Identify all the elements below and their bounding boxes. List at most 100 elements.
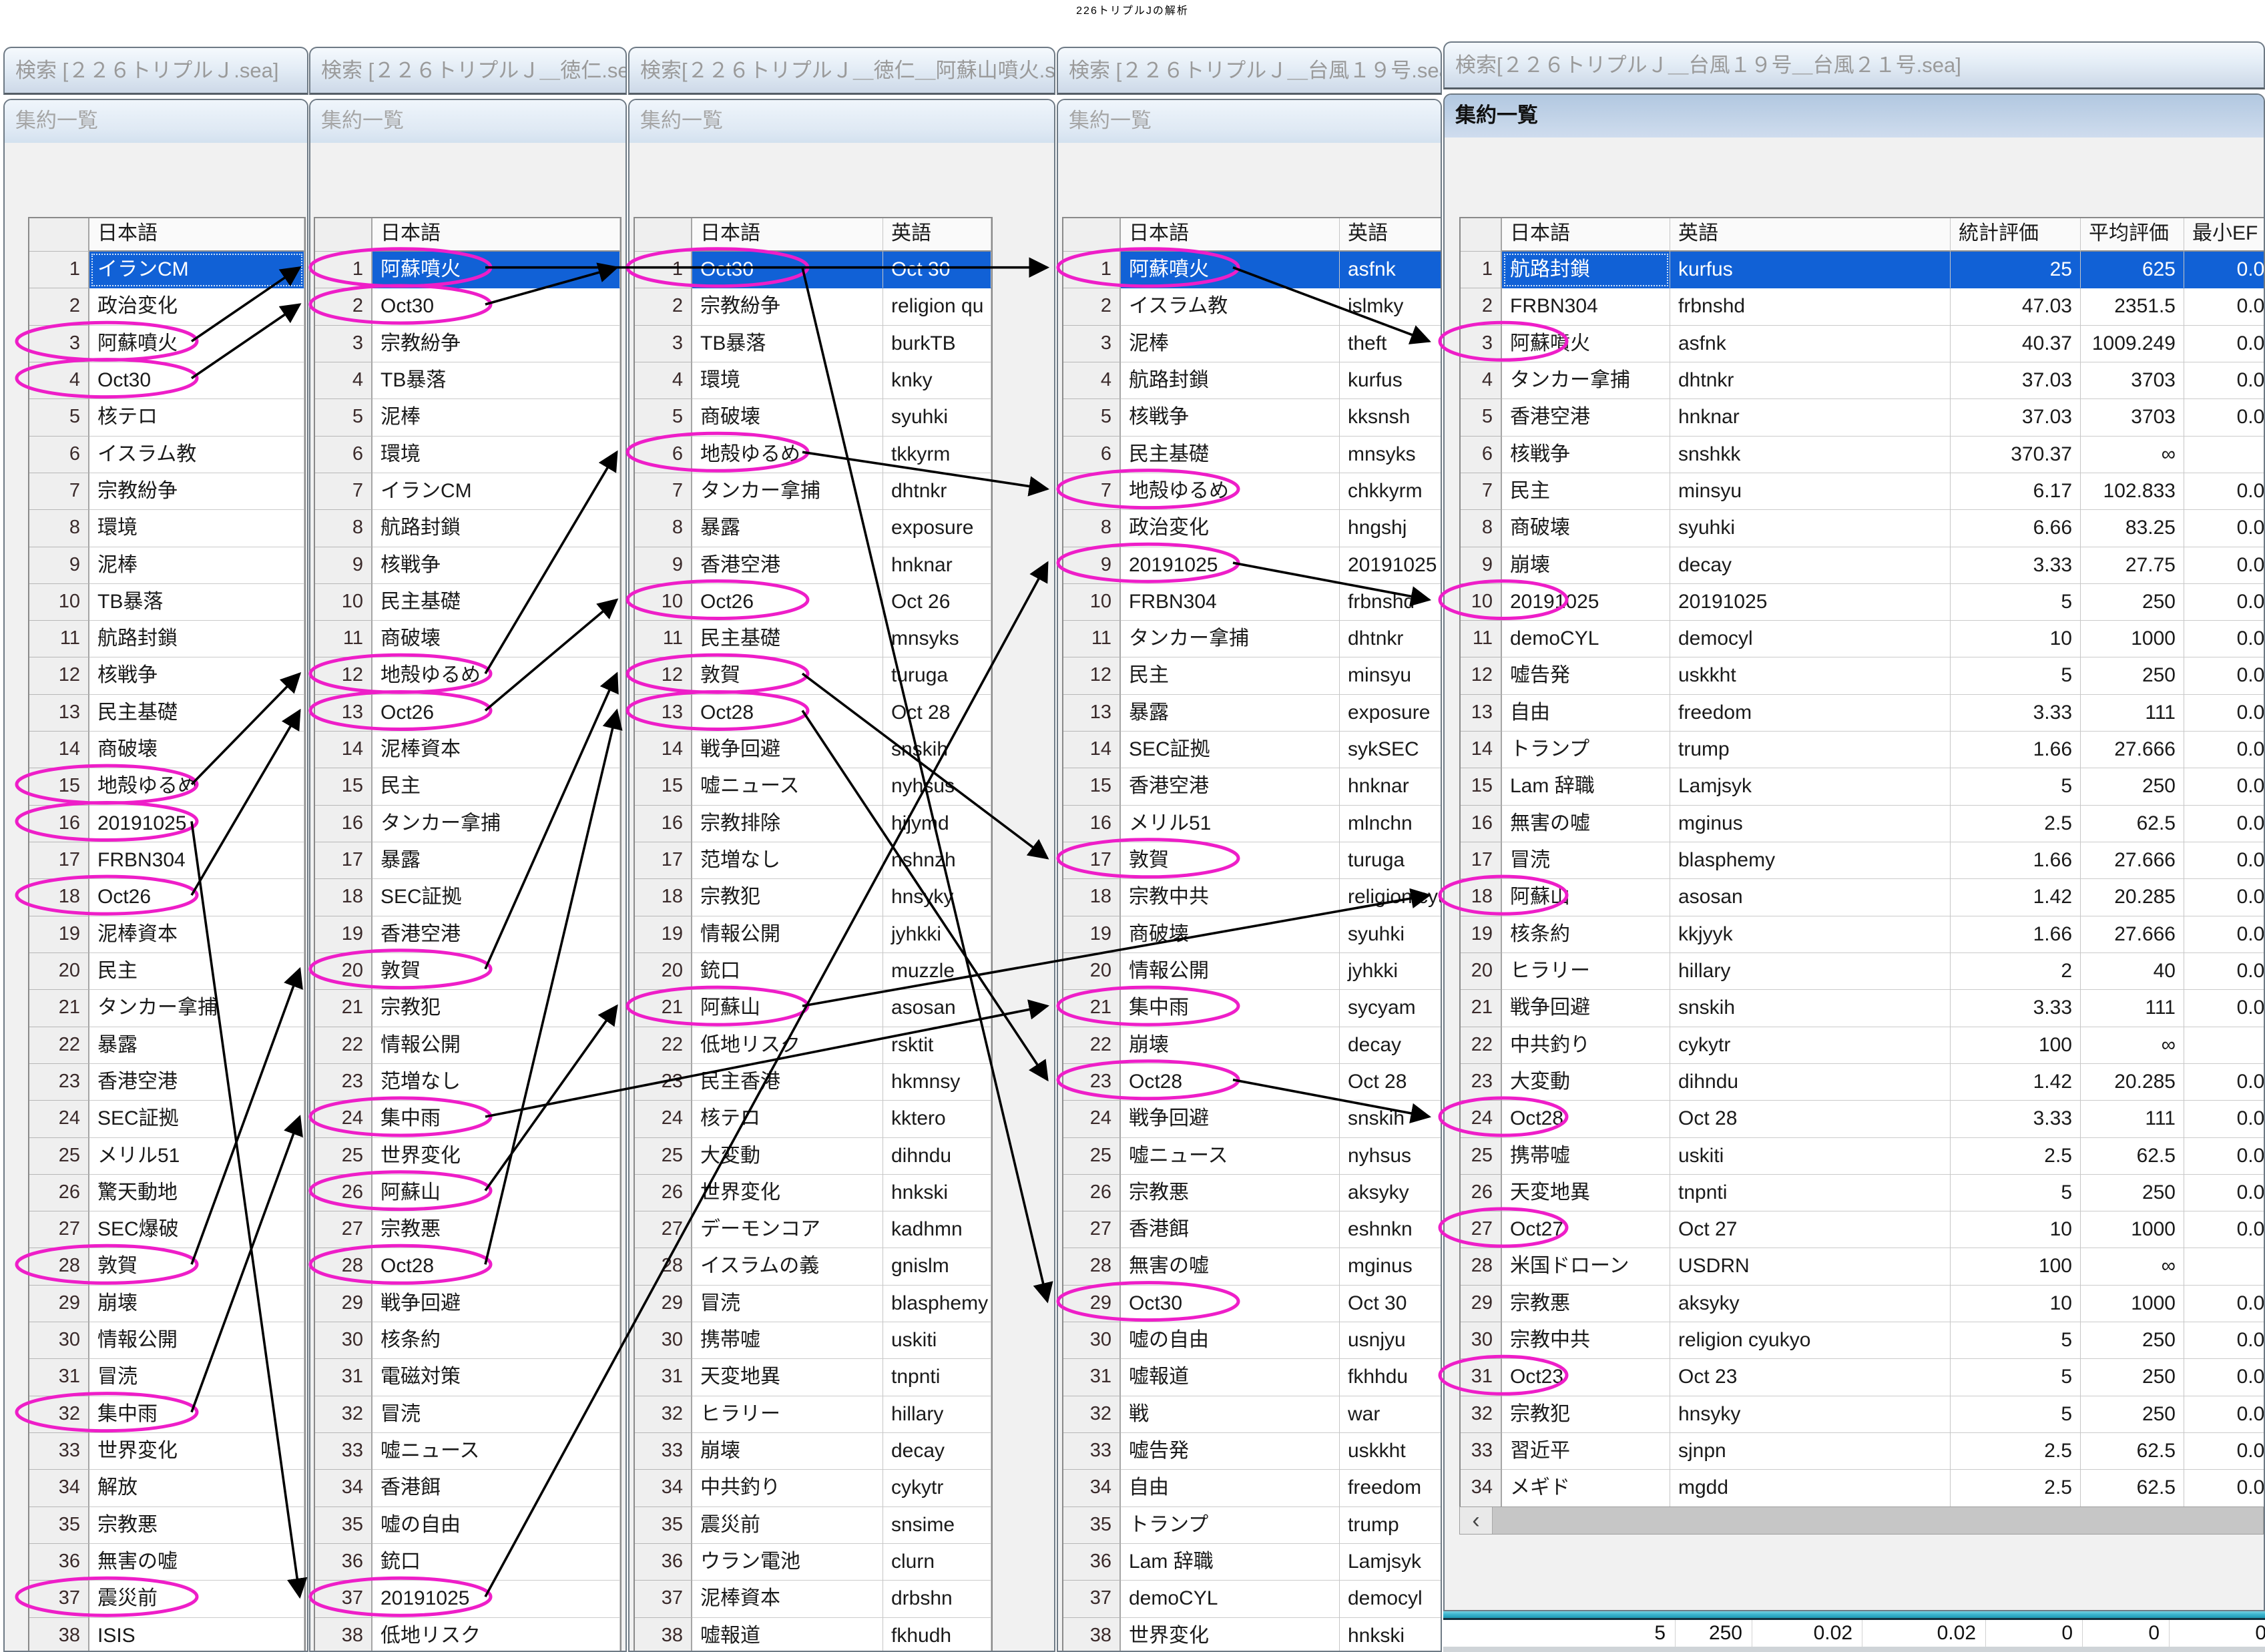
cell-japanese[interactable]: 大変動 bbox=[692, 1138, 883, 1175]
cell-avg-eval[interactable]: ∞ bbox=[2081, 1027, 2184, 1064]
row-number[interactable]: 17 bbox=[29, 842, 89, 879]
row-number[interactable]: 34 bbox=[315, 1470, 372, 1506]
table-row[interactable]: 2FRBN304frbnshd47.032351.50.01 bbox=[1461, 288, 2265, 325]
cell-avg-eval[interactable]: 111 bbox=[2081, 1101, 2184, 1137]
cell-japanese[interactable]: Oct28 bbox=[1121, 1064, 1340, 1101]
cell-japanese[interactable]: 敦賀 bbox=[372, 953, 620, 990]
cell-stat-eval[interactable]: 5 bbox=[1951, 1359, 2081, 1396]
cell-min-ef[interactable]: 0 bbox=[2184, 437, 2265, 473]
row-number[interactable]: 27 bbox=[315, 1211, 372, 1248]
row-number[interactable]: 19 bbox=[29, 916, 89, 953]
cell-japanese[interactable]: 米国ドローン bbox=[1502, 1248, 1670, 1285]
table-row[interactable]: 23民主香港hkmnsy bbox=[635, 1064, 991, 1101]
table-row[interactable]: 30核条約 bbox=[315, 1322, 620, 1359]
table-row[interactable]: 28敦賀 bbox=[29, 1248, 304, 1285]
table-row[interactable]: 14トランプtrump1.6627.6660.06 bbox=[1461, 732, 2265, 768]
row-number[interactable]: 18 bbox=[635, 879, 692, 916]
table-row[interactable]: 12地殻ゆるめ bbox=[315, 657, 620, 694]
cell-avg-eval[interactable]: 1000 bbox=[2081, 1211, 2184, 1248]
table-row[interactable]: 8航路封鎖 bbox=[315, 510, 620, 547]
row-number[interactable]: 3 bbox=[635, 326, 692, 362]
row-number[interactable]: 5 bbox=[315, 399, 372, 436]
table-row[interactable]: 33習近平sjnpn2.562.50.04 bbox=[1461, 1433, 2265, 1470]
row-number[interactable]: 31 bbox=[635, 1359, 692, 1396]
cell-japanese[interactable]: 戦 bbox=[1121, 1396, 1340, 1433]
cell-avg-eval[interactable]: 250 bbox=[2081, 1322, 2184, 1359]
table-row[interactable]: 26宗教悪aksyky bbox=[1063, 1175, 1442, 1211]
table-row[interactable]: 35嘘の自由 bbox=[315, 1507, 620, 1544]
table-row[interactable]: 15Lam 辞職Lamjsyk52500.02 bbox=[1461, 768, 2265, 805]
row-number[interactable]: 7 bbox=[315, 473, 372, 510]
table-row[interactable]: 30嘘の自由usnjyu bbox=[1063, 1322, 1442, 1359]
row-number[interactable]: 17 bbox=[1063, 842, 1121, 879]
table-row[interactable]: 31Oct23Oct 2352500.02 bbox=[1461, 1359, 2265, 1396]
cell-english[interactable]: eshnkn bbox=[1340, 1211, 1442, 1248]
cell-stat-eval[interactable]: 100 bbox=[1951, 1027, 2081, 1064]
table-row[interactable]: 1Oct30Oct 30 bbox=[635, 252, 991, 288]
cell-english[interactable]: Oct 28 bbox=[883, 695, 991, 732]
cell-japanese[interactable]: 航路封鎖 bbox=[372, 510, 620, 547]
cell-japanese[interactable]: 無害の嘘 bbox=[1502, 806, 1670, 842]
cell-min-ef[interactable]: 0.03 bbox=[2184, 1101, 2265, 1137]
cell-avg-eval[interactable]: 111 bbox=[2081, 695, 2184, 732]
table-row[interactable]: 7地殻ゆるめchkkyrm bbox=[1063, 473, 1442, 510]
row-number[interactable]: 36 bbox=[1063, 1544, 1121, 1581]
cell-japanese[interactable]: 宗教悪 bbox=[372, 1211, 620, 1248]
cell-min-ef[interactable]: 0.02 bbox=[2184, 1175, 2265, 1211]
cell-japanese[interactable]: 天変地異 bbox=[1502, 1175, 1670, 1211]
table-row[interactable]: 16メリル51mlnchn bbox=[1063, 806, 1442, 842]
row-number[interactable]: 30 bbox=[1461, 1322, 1502, 1359]
table-row[interactable]: 34解放 bbox=[29, 1470, 304, 1506]
cell-japanese[interactable]: 無害の嘘 bbox=[89, 1544, 304, 1581]
cell-avg-eval[interactable]: ∞ bbox=[2081, 437, 2184, 473]
column-header[interactable]: 英語 bbox=[1340, 218, 1442, 252]
cell-japanese[interactable]: TB暴落 bbox=[89, 584, 304, 621]
cell-japanese[interactable]: デーモンコア bbox=[692, 1211, 883, 1248]
cell-japanese[interactable]: 香港空港 bbox=[1502, 399, 1670, 436]
row-number[interactable]: 30 bbox=[29, 1322, 89, 1359]
cell-english[interactable]: snskih bbox=[883, 732, 991, 768]
cell-avg-eval[interactable]: 2351.5 bbox=[2081, 288, 2184, 325]
cell-japanese[interactable]: 敦賀 bbox=[692, 657, 883, 694]
table-row[interactable]: 36Lam 辞職Lamjsyk bbox=[1063, 1544, 1442, 1581]
table-row[interactable]: 6民主基礎mnsyks bbox=[1063, 437, 1442, 473]
cell-japanese[interactable]: ISIS bbox=[89, 1618, 304, 1652]
table-row[interactable]: 38世界変化hnkski bbox=[1063, 1618, 1442, 1652]
table-row[interactable]: 10FRBN304frbnshd bbox=[1063, 584, 1442, 621]
row-number[interactable]: 4 bbox=[635, 362, 692, 399]
cell-avg-eval[interactable]: 3703 bbox=[2081, 362, 2184, 399]
table-row[interactable]: 5泥棒 bbox=[315, 399, 620, 436]
row-number[interactable]: 24 bbox=[1461, 1101, 1502, 1137]
row-number[interactable]: 4 bbox=[29, 362, 89, 399]
cell-japanese[interactable]: SEC証拠 bbox=[372, 879, 620, 916]
row-number[interactable]: 22 bbox=[29, 1027, 89, 1064]
table-row[interactable]: 11民主基礎mnsyks bbox=[635, 621, 991, 657]
cell-english[interactable]: decay bbox=[1340, 1027, 1442, 1064]
cell-japanese[interactable]: 范増なし bbox=[372, 1064, 620, 1101]
row-number[interactable]: 4 bbox=[1461, 362, 1502, 399]
table-row[interactable]: 32宗教犯hnsyky52500.02 bbox=[1461, 1396, 2265, 1433]
cell-english[interactable]: hnkski bbox=[883, 1175, 991, 1211]
table-row[interactable]: 34中共釣りcykytr bbox=[635, 1470, 991, 1506]
cell-japanese[interactable]: 香港餌 bbox=[372, 1470, 620, 1506]
row-number[interactable]: 38 bbox=[1063, 1618, 1121, 1652]
table-row[interactable]: 12核戦争 bbox=[29, 657, 304, 694]
table-row[interactable]: 20情報公開jyhkki bbox=[1063, 953, 1442, 990]
cell-japanese[interactable]: 崩壊 bbox=[89, 1286, 304, 1322]
column-header[interactable]: 英語 bbox=[883, 218, 991, 252]
cell-min-ef[interactable]: 0.02 bbox=[2184, 657, 2265, 694]
cell-japanese[interactable]: Oct30 bbox=[692, 252, 883, 288]
cell-min-ef[interactable]: 0.07 bbox=[2184, 1064, 2265, 1101]
row-number[interactable]: 7 bbox=[29, 473, 89, 510]
table-row[interactable]: 13自由freedom3.331110.03 bbox=[1461, 695, 2265, 732]
cell-english[interactable]: islmky bbox=[1340, 288, 1442, 325]
cell-min-ef[interactable]: 0.02 bbox=[2184, 1322, 2265, 1359]
table-row[interactable]: 25世界変化 bbox=[315, 1138, 620, 1175]
cell-japanese[interactable]: 商破壊 bbox=[372, 621, 620, 657]
table-row[interactable]: 14泥棒資本 bbox=[315, 732, 620, 768]
cell-japanese[interactable]: 暴露 bbox=[89, 1027, 304, 1064]
row-number[interactable]: 35 bbox=[1063, 1507, 1121, 1544]
row-number[interactable]: 37 bbox=[635, 1581, 692, 1617]
cell-english[interactable]: Oct 23 bbox=[1670, 1359, 1951, 1396]
cell-english[interactable]: freedom bbox=[1340, 1470, 1442, 1506]
